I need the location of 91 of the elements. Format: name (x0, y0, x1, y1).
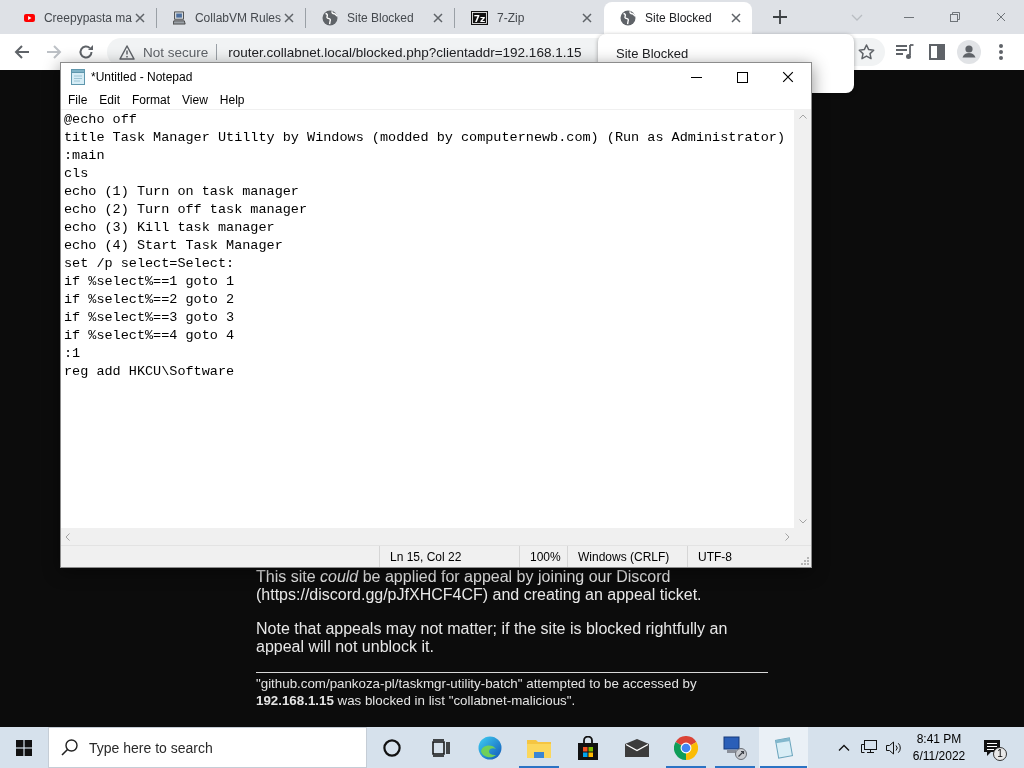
hover-card-title: Site Blocked (616, 46, 690, 62)
code-line: if %select%==3 goto 3 (64, 309, 235, 327)
status-text: Windows (CRLF) (567, 546, 687, 567)
close-icon (135, 13, 145, 23)
arrow-left-icon (14, 44, 30, 60)
code-line: echo (2) Turn off task manager (64, 201, 308, 219)
code-line: set /p select=Select: (64, 255, 235, 273)
side-panel-icon (929, 44, 945, 60)
computer-icon (173, 10, 186, 26)
menu-item[interactable]: Edit (93, 91, 127, 109)
code-line: :main (64, 147, 105, 165)
minimize-icon (904, 16, 914, 18)
chevron-up-icon (838, 744, 850, 751)
code-line: echo (3) Kill task manager (64, 219, 275, 237)
globe-icon (322, 10, 338, 26)
menu-icon (999, 44, 1003, 60)
status-text: Ln 15, Col 22 (379, 546, 519, 567)
menu-item[interactable]: Format (126, 91, 177, 109)
star-icon (857, 44, 875, 60)
chevron-left-icon (65, 532, 70, 541)
close-icon (996, 12, 1006, 22)
browser-tab[interactable]: Site Blocked (306, 2, 454, 34)
code-line: if %select%==1 goto 1 (64, 273, 235, 291)
task-view-icon (431, 738, 450, 757)
clock[interactable]: 8:41 PM 6/11/2022 (908, 727, 970, 768)
close-icon (731, 13, 741, 23)
close-icon (582, 13, 592, 23)
page-paragraph: Note that appeals may not matter; if the site is blocked rightfully an appeal will not unblock it. (256, 620, 729, 656)
windows-logo-icon (16, 739, 32, 756)
search-input[interactable]: Type here to search (89, 736, 358, 759)
minimize-icon (690, 76, 702, 78)
browser-tab[interactable]: CollabVM Rules (157, 2, 305, 34)
code-line: @echo off (64, 111, 137, 129)
warning-icon (119, 44, 135, 60)
archive-logo-icon: 7z (471, 11, 488, 25)
code-line: if %select%==4 goto 4 (64, 327, 235, 345)
resize-grip-icon (800, 556, 809, 565)
code-line: reg add HKCU\Software (64, 363, 235, 381)
maximize-icon (736, 71, 748, 83)
url-text: router.collabnet.local/blocked.php?clientaddr=192.168.1.15 (228, 44, 582, 60)
chevron-down-icon (798, 519, 807, 524)
close-icon (284, 13, 294, 23)
restore-icon (950, 12, 960, 22)
clock-time: 8:41 PM (916, 730, 962, 748)
search-icon (61, 739, 78, 756)
browser-logo-icon (673, 735, 698, 760)
code-line: echo (1) Turn on task manager (64, 183, 299, 201)
menu-item[interactable]: Help (213, 91, 251, 109)
arrow-right-icon (46, 44, 62, 60)
horizontal-scrollbar[interactable] (61, 528, 794, 545)
globe-icon (620, 10, 636, 26)
code-line: :1 (64, 345, 81, 363)
shopping-bag-icon (576, 735, 599, 760)
media-list-icon (896, 44, 914, 60)
close-icon (433, 13, 443, 23)
clock-date: 6/11/2022 (912, 747, 966, 765)
status-text: UTF-8 (687, 546, 795, 567)
folder-icon (526, 737, 551, 758)
menu-item[interactable]: View (176, 91, 214, 109)
code-line: title Task Manager Utillty by Windows (modded by computernewb.com) (Run as Administrator) (64, 129, 786, 147)
circle-icon (382, 738, 401, 757)
computer-icon (722, 735, 747, 760)
avatar-icon (957, 40, 981, 64)
envelope-icon (624, 738, 649, 757)
browser-tab[interactable]: Creepypasta ma (8, 2, 156, 34)
search-field[interactable]: Type here to search (48, 727, 367, 768)
notepad-icon (70, 69, 86, 85)
swirl-logo-icon (477, 735, 502, 760)
speaker-icon (885, 740, 902, 755)
block-notice: "github.com/pankoza-pl/taskmgr-utility-batch" attempted to be accessed by 192.168.1.15 was blocked in list "collabnet-malicious". (256, 675, 698, 709)
status-text: 100% (519, 546, 567, 567)
code-line: cls (64, 165, 89, 183)
code-line: if %select%==2 goto 2 (64, 291, 235, 309)
play-icon (24, 12, 35, 24)
browser-tab[interactable]: 7z 7-Zip (455, 2, 603, 34)
browser-tab[interactable]: Site Blocked (604, 2, 752, 34)
vertical-scrollbar[interactable] (794, 110, 811, 528)
page-paragraph: This site could be applied for appeal by joining our Discord (https://discord.gg/pJfXHCF4CF) and creating an appeal ticket. (256, 568, 703, 604)
menu-item[interactable]: File (62, 91, 94, 109)
security-label: Not secure (143, 44, 209, 60)
chevron-down-icon (851, 13, 863, 21)
close-icon (782, 71, 794, 83)
window-title: *Untitled - Notepad (91, 70, 193, 84)
reload-icon (78, 44, 94, 60)
notification-badge: 1 (993, 747, 1007, 761)
code-line: echo (4) Start Task Manager (64, 237, 283, 255)
chevron-up-icon (798, 114, 807, 119)
chevron-right-icon (785, 532, 790, 541)
notification-button[interactable]: 1 (974, 727, 1010, 768)
plus-icon (773, 10, 787, 24)
network-icon (860, 740, 877, 755)
